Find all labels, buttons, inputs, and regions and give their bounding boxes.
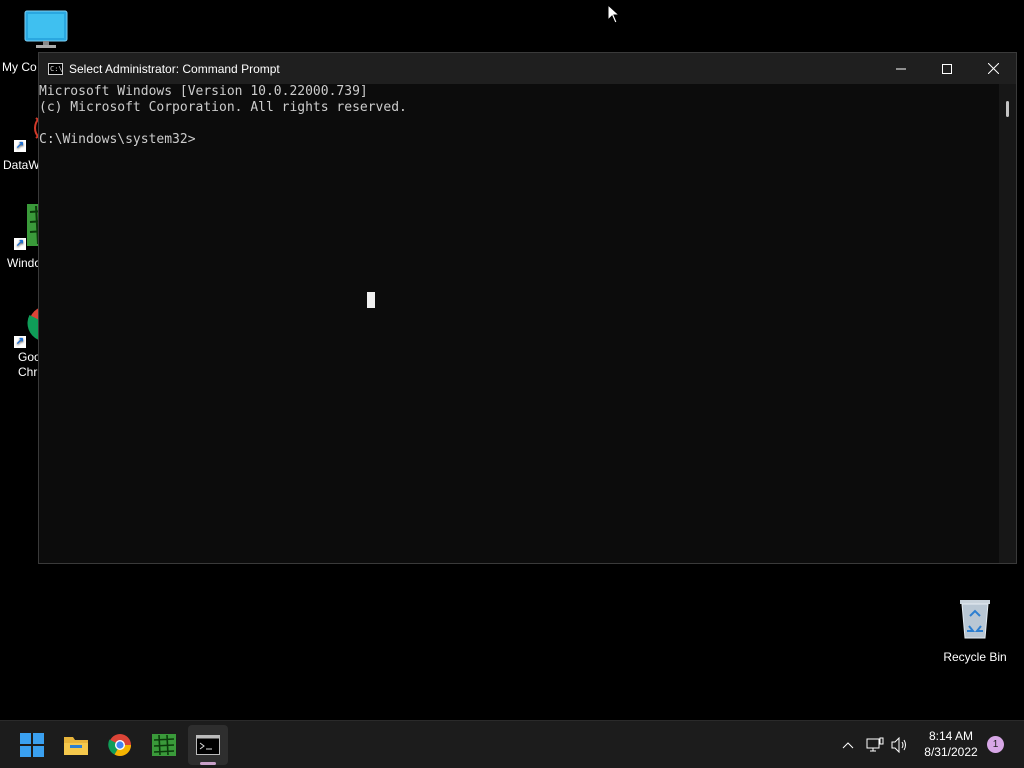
minimize-button[interactable] [878,53,924,84]
show-hidden-icons-button[interactable] [838,735,858,755]
minimize-icon [896,68,906,69]
taskbar-chrome[interactable] [100,725,140,765]
vertical-scrollbar[interactable] [999,84,1016,563]
monitor-icon [24,10,68,48]
clock-time: 8:14 AM [928,729,974,743]
maximize-button[interactable] [924,53,970,84]
window-title: Select Administrator: Command Prompt [69,61,280,76]
start-button[interactable] [12,725,52,765]
notification-badge[interactable]: 1 [987,736,1004,753]
chevron-up-icon [842,742,854,749]
network-icon [866,737,884,752]
scrollbar-thumb[interactable] [1006,101,1009,117]
spreadsheet-app-icon [152,734,176,756]
shortcut-arrow-icon: ↗ [14,238,26,250]
shortcut-arrow-icon: ↗ [14,140,26,152]
file-explorer-icon [64,737,88,755]
volume-button[interactable] [890,735,910,755]
network-button[interactable] [865,735,885,755]
recycle-bin-icon [960,600,990,639]
close-button[interactable] [970,53,1016,84]
console-line: (c) Microsoft Corporation. All rights re… [39,100,407,115]
desktop-icon-recycle-bin[interactable]: Recycle Bin [937,598,1013,665]
taskbar: 8:14 AM 8/31/2022 1 [0,720,1024,768]
chrome-icon [108,734,131,756]
taskbar-spreadsheet-app[interactable] [144,725,184,765]
window-titlebar[interactable]: C:\ Select Administrator: Command Prompt [39,53,1016,84]
desktop-icon-label: Recycle Bin [943,650,1007,664]
command-prompt-window[interactable]: C:\ Select Administrator: Command Prompt… [38,52,1017,564]
clock-date: 8/31/2022 [924,745,978,759]
close-icon [987,63,999,74]
command-prompt-icon [196,735,220,755]
active-app-indicator [200,762,216,765]
taskbar-command-prompt[interactable] [188,725,228,765]
start-icon [20,733,44,757]
taskbar-file-explorer[interactable] [56,725,96,765]
command-prompt-icon: C:\ [48,62,63,75]
console-line: Microsoft Windows [Version 10.0.22000.73… [39,84,368,99]
maximize-icon [942,63,952,74]
console-prompt: C:\Windows\system32> [39,132,196,147]
shortcut-arrow-icon: ↗ [14,336,26,348]
selection-cursor [367,292,375,308]
console-output[interactable]: Microsoft Windows [Version 10.0.22000.73… [39,84,999,563]
volume-icon [891,737,906,753]
mouse-pointer-icon [607,4,621,24]
taskbar-clock[interactable]: 8:14 AM 8/31/2022 [918,728,984,760]
